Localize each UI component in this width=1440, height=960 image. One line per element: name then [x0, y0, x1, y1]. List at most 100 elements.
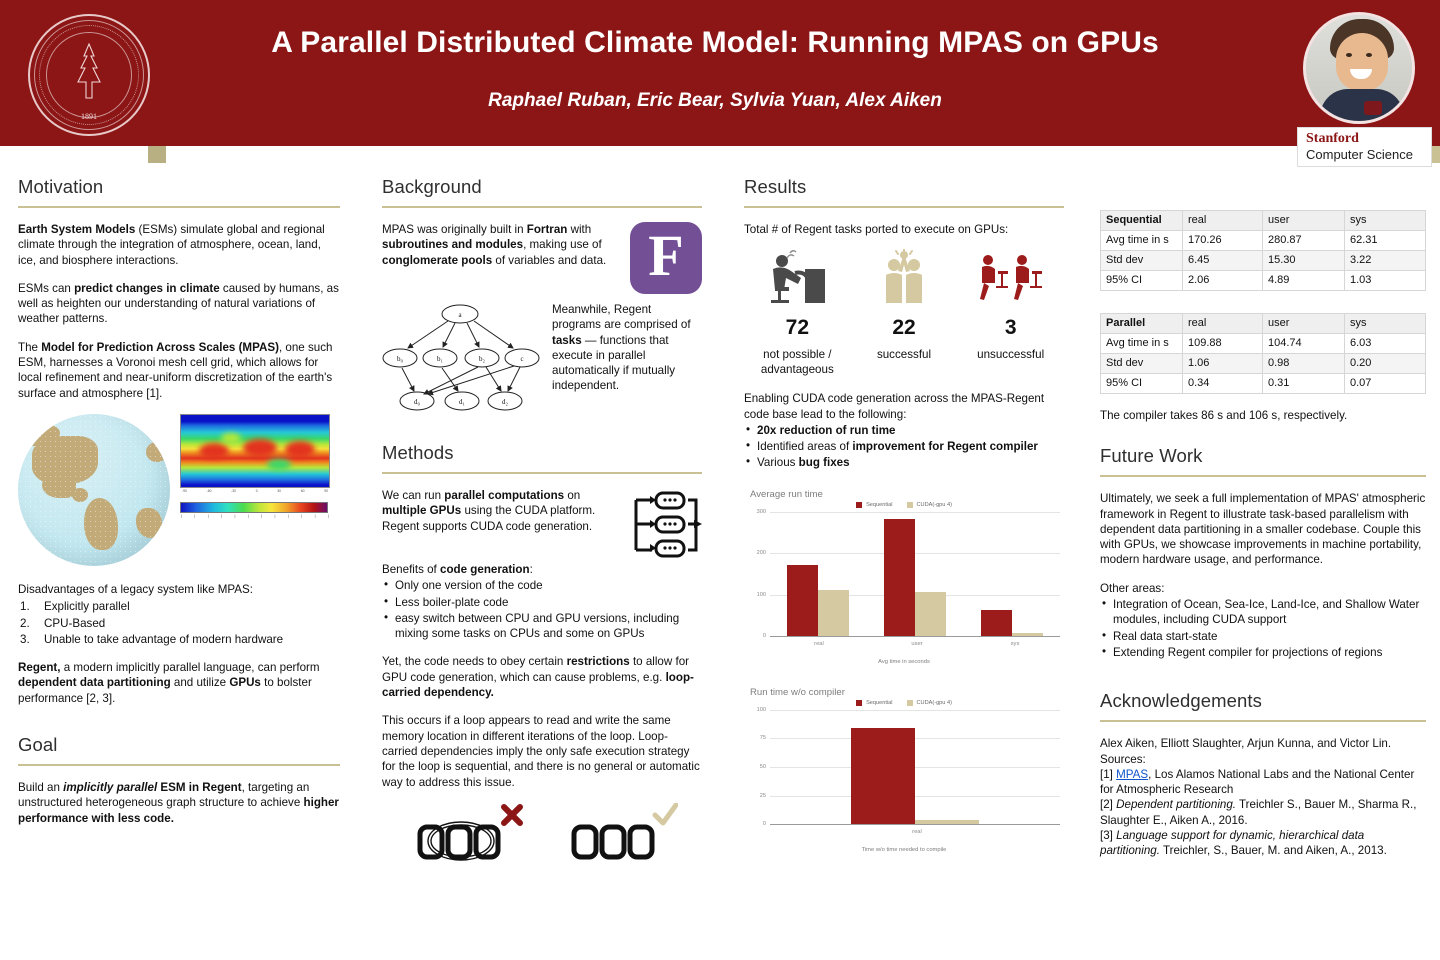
- goal-pre: Build an: [18, 781, 64, 795]
- legend-swatch: [856, 501, 863, 508]
- table-cell: 0.31: [1262, 373, 1345, 394]
- future-work-paragraph: Ultimately, we seek a full implementatio…: [1100, 492, 1426, 567]
- avatar: [1303, 12, 1415, 124]
- section-divider: [744, 206, 1064, 208]
- y-tick: 100: [756, 592, 766, 599]
- legend-label: CUDA(-gpu 4): [916, 501, 952, 508]
- colorbar-ticks: | | | | | | | | | | | |: [181, 513, 329, 518]
- table-cell: 95% CI: [1100, 270, 1183, 291]
- svg-text:b₂: b₂: [479, 355, 486, 363]
- voronoi-globe-image: [18, 413, 170, 566]
- legend-item-cuda: CUDA(-gpu 4): [906, 699, 952, 706]
- list-item: 20x reduction of run time: [744, 422, 1064, 438]
- list-text: Explicitly parallel: [44, 600, 130, 614]
- regent-mid-2: and utilize: [170, 676, 230, 690]
- reference-2: [2] Dependent partitioning. Treichler S.…: [1100, 797, 1426, 828]
- bg-p1-pre: MPAS was originally built in: [382, 223, 527, 236]
- chart-x-labels: real user sys: [770, 641, 1064, 647]
- table-cell: 6.45: [1182, 250, 1263, 271]
- bar-group-real: [770, 512, 867, 636]
- benefits-pre: Benefits of: [382, 563, 441, 576]
- table-row: Avg time in s 170.26 280.87 62.31: [1100, 230, 1426, 251]
- m-p2-pre: Yet, the code needs to obey certain: [382, 655, 567, 669]
- climate-heatmap-figure: -90 -60 -30 0 30 60 90 | | | | | | | | | | | |: [180, 413, 330, 518]
- list-item: Extending Regent compiler for projection…: [1100, 644, 1426, 660]
- bar-group-real: [770, 710, 1060, 824]
- motivation-p2-bold: predict changes in climate: [74, 281, 220, 295]
- seal-year: 1891: [81, 112, 97, 121]
- m-p1-pre: We can run: [382, 489, 445, 502]
- table-header-cell: real: [1182, 313, 1263, 334]
- motivation-paragraph-1: Earth System Models (ESMs) simulate glob…: [18, 222, 340, 268]
- ref2-number: [2]: [1100, 798, 1117, 812]
- reference-1: [1] MPAS, Los Alamos National Labs and t…: [1100, 767, 1426, 798]
- bar-sequential: [884, 518, 915, 636]
- svg-text:a: a: [458, 311, 462, 319]
- regent-bold: Regent,: [18, 661, 61, 675]
- column-one: Motivation Earth System Models (ESMs) si…: [18, 176, 340, 839]
- table-cell: 3.22: [1344, 250, 1426, 271]
- stat-value: 72: [785, 316, 810, 340]
- results-stats-row: 72 not possible / advantageous 22 succes…: [744, 247, 1064, 377]
- table-header-cell: Sequential: [1100, 210, 1183, 231]
- list-item: Less boiler-plate code: [382, 594, 702, 610]
- table-row: 95% CI 0.34 0.31 0.07: [1100, 373, 1426, 394]
- methods-heading: Methods: [382, 442, 454, 463]
- y-tick: 25: [759, 792, 766, 799]
- section-divider: [18, 764, 340, 767]
- table-header-cell: sys: [1344, 313, 1426, 334]
- goal-heading: Goal: [18, 734, 58, 756]
- disadvantages-list: 1. Explicitly parallel 2. CPU-Based 3. Unab…: [20, 599, 340, 647]
- loop-carried-dependency-bad: [416, 803, 524, 869]
- bar-group-sys: [963, 512, 1060, 636]
- m-p1-b1: parallel computations: [444, 489, 565, 502]
- task-dag-row: a b₀ b₁ b₂ c d₀ d₁ d₂ Meanwhile, Regent prog…: [382, 302, 702, 414]
- chart-x-axis-caption: Avg time in seconds: [878, 658, 930, 665]
- section-divider: [1100, 475, 1426, 478]
- frustrated-person-icon: [957, 247, 1064, 305]
- table-cell: 0.07: [1344, 373, 1426, 394]
- table-header-row: Sequential real user sys: [1100, 210, 1426, 231]
- list-item: Only one version of the code: [382, 577, 702, 593]
- x-tick: real: [814, 640, 824, 647]
- mpas-link[interactable]: MPAS: [1116, 768, 1148, 781]
- svg-text:c: c: [520, 355, 523, 363]
- future-work-bullets: Integration of Ocean, Sea-Ice, Land-Ice,…: [1100, 596, 1426, 660]
- table-row: 95% CI 2.06 4.89 1.03: [1100, 270, 1426, 291]
- y-tick: 200: [756, 550, 766, 557]
- table-cell: 6.03: [1344, 333, 1426, 354]
- y-tick: 0: [762, 820, 766, 827]
- regent-paragraph: Regent, a modern implicitly parallel lan…: [18, 660, 340, 706]
- stanford-cs-logo: Stanford Computer Science: [1297, 127, 1432, 167]
- bg-p1-m2: , making use of: [523, 238, 602, 252]
- stat-label: not possible / advantageous: [760, 348, 834, 377]
- table-header-row: Parallel real user sys: [1100, 313, 1426, 334]
- list-text: CPU-Based: [44, 616, 106, 630]
- ref3-number: [3]: [1100, 829, 1117, 843]
- legend-label: Sequential: [866, 699, 893, 706]
- fortran-logo-icon: F: [630, 222, 702, 294]
- table-cell: 104.74: [1262, 333, 1345, 354]
- motivation-p1-bold: Earth System Models: [18, 223, 136, 236]
- table-cell: Std dev: [1100, 353, 1183, 374]
- stat-label: successful: [876, 348, 932, 362]
- section-divider: [1100, 720, 1426, 723]
- map-x-axis-ticks: -90 -60 -30 0 30 60 90: [182, 488, 328, 493]
- chart-legend: Sequential CUDA(-gpu 4): [744, 501, 1064, 508]
- x-tick: real: [912, 828, 922, 835]
- motivation-paragraph-2: ESMs can predict changes in climate caus…: [18, 281, 340, 327]
- background-paragraph-1: MPAS was originally built in Fortran wit…: [382, 222, 618, 268]
- list-number: 2.: [20, 616, 30, 630]
- chart-plot-area: 100 75 50 25 0: [744, 707, 1064, 827]
- average-run-time-chart: Average run time Sequential CUDA(-gpu 4)…: [744, 488, 1064, 665]
- bar-cuda: [915, 592, 946, 636]
- loop-dependency-figures: [382, 802, 702, 869]
- sequential-table: Sequential real user sys Avg time in s 1…: [1100, 210, 1426, 291]
- table-cell: Avg time in s: [1100, 333, 1183, 354]
- ref3-rest: Treichler, S., Bauer, M. and Aiken, A., …: [1159, 844, 1387, 858]
- stat-unsuccessful: 3 unsuccessful: [957, 247, 1064, 377]
- ack-sources-label: Sources:: [1100, 752, 1146, 766]
- table-header-cell: user: [1262, 210, 1345, 231]
- goal-bold-italic: implicitly parallel: [63, 781, 158, 795]
- legend-label: Sequential: [866, 501, 893, 508]
